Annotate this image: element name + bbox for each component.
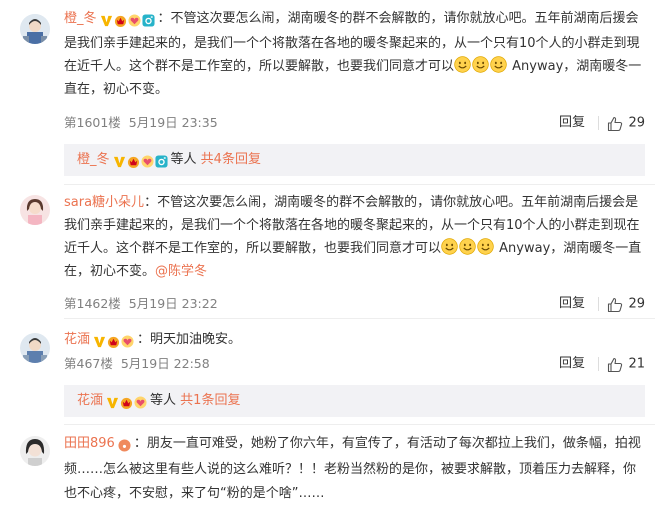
heart-badge-icon	[127, 14, 141, 27]
sub-replies-box[interactable]: 花湎 等人 共1条回复	[64, 385, 645, 417]
smile-emoji-icon	[459, 238, 476, 255]
sub-reply-username[interactable]: 花湎	[77, 393, 103, 408]
floor-number: 第1462楼	[64, 296, 121, 311]
emoji-group	[454, 56, 508, 74]
comment-body: sara糖小朵儿：不管这次要怎么闹，湖南暖冬的群不会解散的，请你就放心吧。五年前…	[64, 191, 643, 283]
comment-text: ：朋友一直可难受，她粉了你六年，有宣传了，有活动了每次都拉上我们，做条幅，拍视频…	[64, 436, 641, 501]
level-badge-icon: ●	[118, 439, 131, 452]
smile-emoji-icon	[441, 238, 458, 255]
avatar-image	[20, 14, 50, 44]
avatar[interactable]	[20, 333, 50, 363]
comment-meta: 第1601楼 5月19日 23:35 回复 29	[64, 113, 655, 133]
like-button[interactable]: 29	[607, 113, 645, 133]
divider	[64, 318, 655, 319]
comment-username[interactable]: sara糖小朵儿	[64, 195, 144, 210]
thumbs-up-icon	[608, 357, 623, 372]
user-badges	[106, 387, 148, 419]
view-replies-link[interactable]: 共4条回复	[201, 152, 261, 167]
thumbs-up-icon	[608, 116, 623, 131]
svg-text:●: ●	[122, 441, 126, 450]
heart-badge-icon	[134, 396, 147, 409]
divider	[598, 357, 599, 371]
user-badges	[113, 146, 169, 178]
comment-username[interactable]: 橙_冬	[64, 11, 97, 26]
avatar-image	[20, 195, 50, 225]
comment-username[interactable]: 田田896	[64, 436, 115, 451]
user-badges	[100, 9, 156, 32]
smile-emoji-icon	[490, 56, 507, 73]
avatar[interactable]	[20, 195, 50, 225]
camera-badge-icon	[154, 155, 168, 168]
comment-meta: 第1462楼 5月19日 23:22 回复 29	[64, 294, 655, 314]
sub-replies-box[interactable]: 橙_冬 等人 共4条回复	[64, 144, 645, 176]
crown-badge-icon	[127, 156, 139, 168]
like-count: 29	[628, 296, 645, 312]
sub-reply-username[interactable]: 橙_冬	[77, 152, 110, 167]
heart-badge-icon	[121, 335, 134, 348]
like-button[interactable]: 21	[607, 354, 645, 374]
camera-badge-icon	[141, 14, 155, 27]
comment-username[interactable]: 花湎	[64, 332, 90, 347]
comment-text: ：明天加油晚安。	[137, 332, 242, 347]
sub-reply-text: 等人	[170, 152, 197, 167]
view-replies-link[interactable]: 共1条回复	[180, 393, 240, 408]
avatar[interactable]	[20, 14, 50, 44]
crown-badge-icon	[120, 397, 133, 409]
like-count: 29	[628, 115, 645, 131]
comment-date: 5月19日 23:22	[128, 296, 218, 311]
vip-v-icon	[93, 336, 106, 348]
smile-emoji-icon	[477, 238, 494, 255]
avatar-image	[20, 333, 50, 363]
divider	[598, 297, 599, 311]
emoji-group	[441, 238, 495, 256]
reply-button[interactable]: 回复	[559, 294, 585, 314]
smile-emoji-icon	[454, 56, 471, 73]
comment-date: 5月19日 23:35	[128, 115, 218, 130]
comment-meta: 第467楼 5月19日 22:58 回复 21	[64, 354, 655, 374]
user-badges: ●	[118, 434, 132, 458]
divider	[64, 424, 655, 425]
comment-date: 5月19日 22:58	[120, 356, 210, 371]
vip-v-icon	[113, 156, 125, 168]
vip-v-icon	[100, 15, 112, 27]
divider	[64, 184, 655, 185]
comment-body: 花湎 ：明天加油晚安。	[64, 328, 643, 353]
crown-badge-icon	[107, 336, 120, 348]
vip-v-icon	[106, 397, 119, 409]
smile-emoji-icon	[472, 56, 489, 73]
user-badges	[93, 330, 135, 353]
divider	[598, 116, 599, 130]
avatar-image	[20, 436, 50, 466]
reply-button[interactable]: 回复	[559, 354, 585, 374]
floor-number: 第1601楼	[64, 115, 121, 130]
mention-link[interactable]: @陈学冬	[155, 264, 207, 279]
floor-number: 第467楼	[64, 356, 113, 371]
like-button[interactable]: 29	[607, 294, 645, 314]
avatar[interactable]	[20, 436, 50, 466]
thumbs-up-icon	[608, 297, 623, 312]
crown-badge-icon	[114, 15, 126, 27]
like-count: 21	[628, 356, 645, 372]
reply-button[interactable]: 回复	[559, 113, 585, 133]
comment-body: 橙_冬 ：不管这次要怎么闹，湖南暖冬的群不会解散的，请你就放心吧。五年前湖南后援会…	[64, 7, 643, 101]
sub-reply-text: 等人	[150, 393, 177, 408]
comment-body: 田田896 ● ：朋友一直可难受，她粉了你六年，有宣传了，有活动了每次都拉上我们，做…	[64, 432, 643, 506]
heart-badge-icon	[140, 155, 154, 168]
